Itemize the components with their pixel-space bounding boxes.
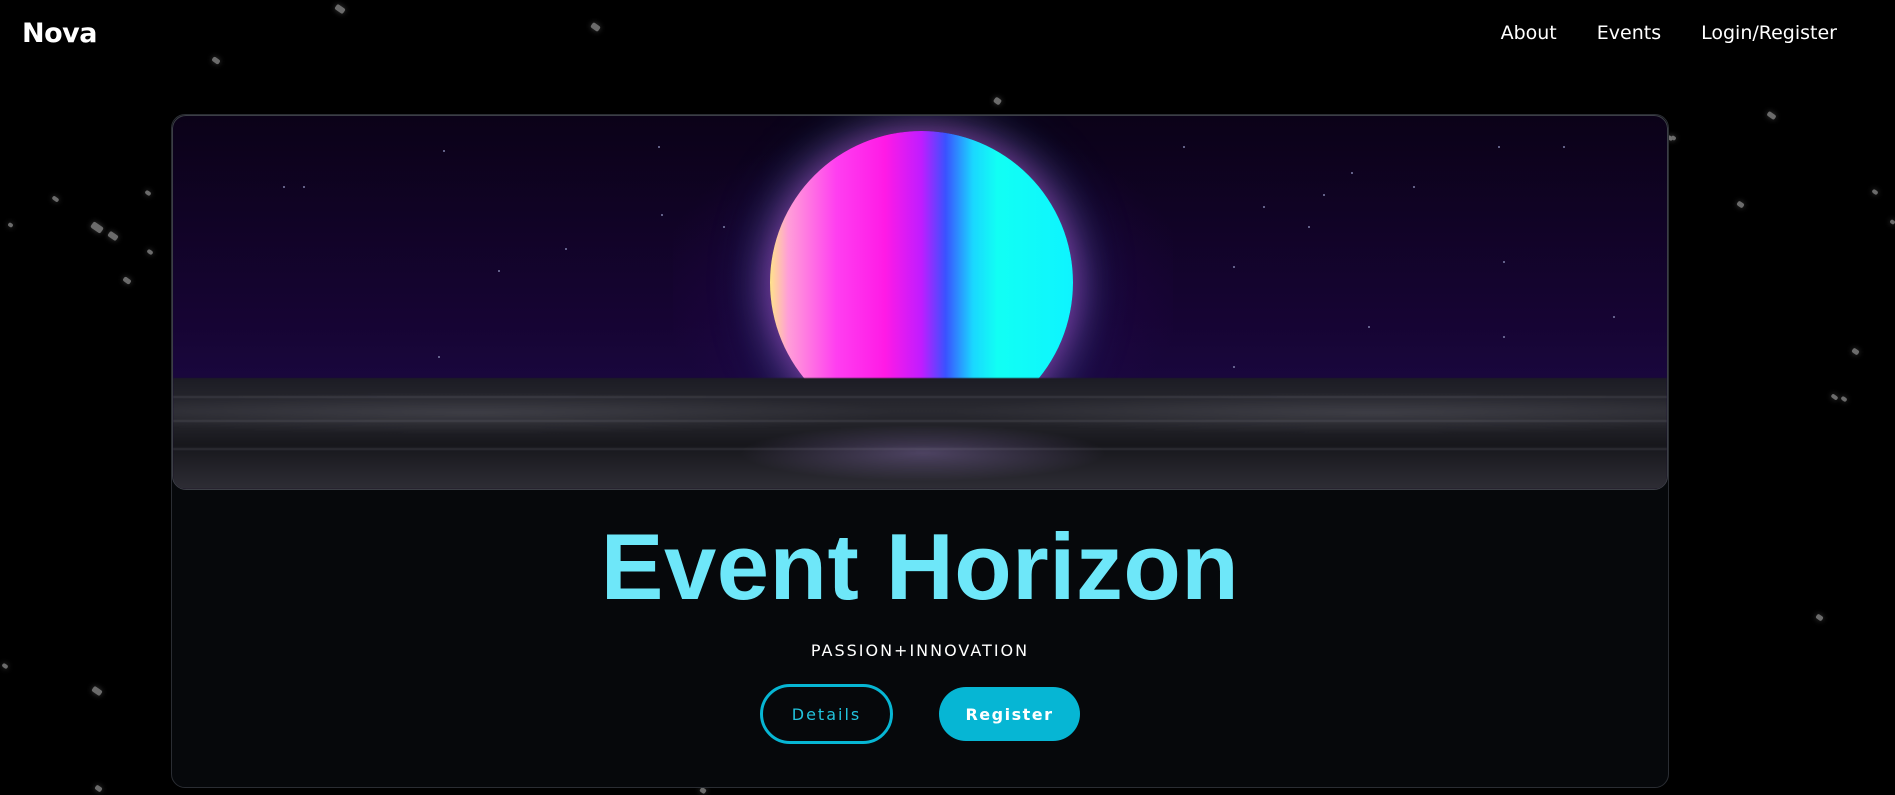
star [1498,146,1500,148]
star [1323,194,1325,196]
debris-particle [7,221,14,229]
debris-particle [1851,347,1860,356]
top-nav: Nova About Events Login/Register [0,0,1895,66]
event-tagline: PASSION+INNOVATION [810,641,1030,660]
debris-particle [1871,188,1879,196]
star [283,186,285,188]
star [565,248,567,250]
wave-line [173,448,1667,450]
wave-line [173,420,1667,422]
debris-particle [94,784,103,793]
debris-particle [1,662,9,670]
debris-particle [1889,218,1895,226]
nav-links: About Events Login/Register [1501,22,1837,44]
star [303,186,305,188]
star [1413,186,1415,188]
star [1613,316,1615,318]
debris-particle [90,221,104,234]
event-actions: Details Register [172,684,1668,744]
wave-line [173,396,1667,398]
debris-particle [1736,200,1745,209]
star [1263,206,1265,208]
star [1563,146,1565,148]
brand-logo[interactable]: Nova [22,18,97,49]
debris-particle [1766,110,1777,121]
star [723,226,725,228]
star [498,270,500,272]
event-hero-image [172,115,1668,490]
nav-link-login-register[interactable]: Login/Register [1701,22,1837,44]
nav-link-events[interactable]: Events [1597,22,1661,44]
debris-particle [107,230,119,242]
star [443,150,445,152]
debris-particle [144,189,152,197]
star [1351,172,1353,174]
debris-particle [51,195,60,203]
debris-particle [1815,613,1824,622]
star [1233,266,1235,268]
register-button[interactable]: Register [939,687,1080,741]
nav-link-about[interactable]: About [1501,22,1557,44]
page: Nova About Events Login/Register Event H… [0,0,1895,795]
star [1183,146,1185,148]
details-button[interactable]: Details [760,684,893,744]
star [1503,336,1505,338]
event-card: Event Horizon PASSION+INNOVATION Details… [171,114,1669,788]
star [661,214,663,216]
debris-particle [146,248,154,256]
star [1368,326,1370,328]
event-title: Event Horizon [600,514,1240,619]
star [658,146,660,148]
sea-surface [173,378,1667,489]
star [1308,226,1310,228]
star [1233,366,1235,368]
star [438,356,440,358]
debris-particle [1830,393,1839,401]
debris-particle [122,276,132,285]
star [1503,261,1505,263]
debris-particle [992,96,1003,106]
debris-particle [1840,395,1848,403]
debris-particle [91,685,103,697]
